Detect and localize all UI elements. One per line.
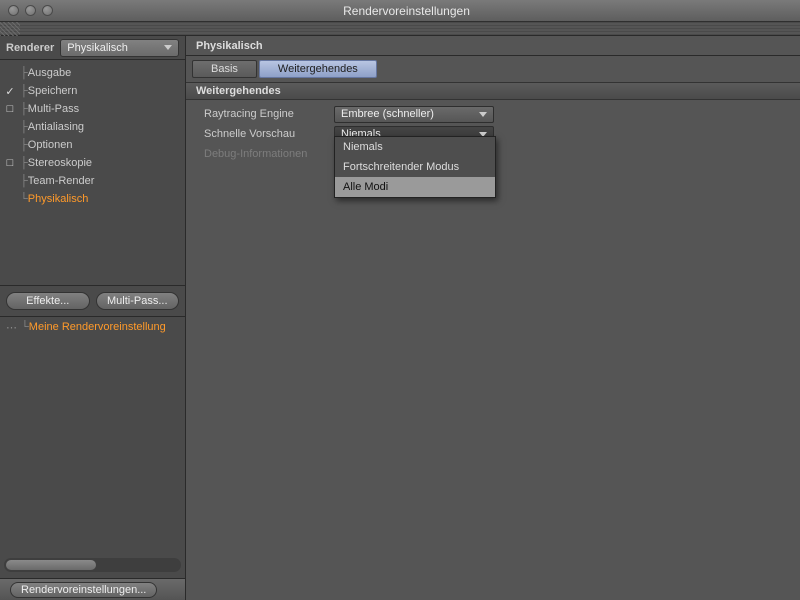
sidebar-button-row: Effekte... Multi-Pass... [0, 285, 185, 316]
effects-button[interactable]: Effekte... [6, 292, 90, 310]
tree-connector-icon: ├ [20, 139, 28, 151]
form-area: Raytracing Engine Embree (schneller) Sch… [186, 100, 800, 168]
preset-label: Meine Rendervoreinstellung [29, 321, 166, 333]
tree-item-stereoskopie[interactable]: □ ├ Stereoskopie [0, 154, 185, 172]
chevron-down-icon [164, 45, 172, 50]
preset-icon: ⋯ [6, 321, 17, 334]
content-panel: Physikalisch Basis Weitergehendes Weiter… [186, 36, 800, 600]
debug-label: Debug-Informationen [194, 148, 334, 160]
multipass-button[interactable]: Multi-Pass... [96, 292, 180, 310]
menu-item-alle-modi[interactable]: Alle Modi [335, 177, 495, 197]
sidebar: Renderer Physikalisch ├ Ausgabe ✓ ├ Spei… [0, 36, 186, 600]
tree-connector-icon: └ [21, 321, 29, 333]
tab-basis[interactable]: Basis [192, 60, 257, 78]
tree-item-speichern[interactable]: ✓ ├ Speichern [0, 82, 185, 100]
tab-bar: Basis Weitergehendes [186, 56, 800, 82]
panel-title: Physikalisch [186, 36, 800, 56]
tree-connector-icon: └ [20, 193, 28, 205]
chevron-down-icon [479, 112, 487, 117]
tab-weitergehendes[interactable]: Weitergehendes [259, 60, 377, 78]
zoom-window-icon[interactable] [42, 5, 53, 16]
renderer-dropdown[interactable]: Physikalisch [60, 39, 179, 57]
tree-connector-icon: ├ [20, 175, 28, 187]
toolbar-grip [0, 22, 800, 36]
tree-connector-icon: ├ [20, 103, 28, 115]
tree-checkbox[interactable]: ✓ [0, 85, 20, 98]
tree-connector-icon: ├ [20, 67, 28, 79]
menu-item-niemals[interactable]: Niemals [335, 137, 495, 157]
tree-label: Optionen [28, 139, 73, 151]
tree-connector-icon: ├ [20, 121, 28, 133]
tree-item-ausgabe[interactable]: ├ Ausgabe [0, 64, 185, 82]
tree-label: Physikalisch [28, 193, 89, 205]
row-raytracing: Raytracing Engine Embree (schneller) [194, 104, 792, 124]
tree-connector-icon: ├ [20, 157, 28, 169]
preview-label: Schnelle Vorschau [194, 128, 334, 140]
renderer-label: Renderer [6, 42, 54, 54]
minimize-window-icon[interactable] [25, 5, 36, 16]
tree-label: Multi-Pass [28, 103, 79, 115]
render-presets-button[interactable]: Rendervoreinstellungen... [10, 582, 157, 598]
window-controls [8, 5, 53, 16]
tree-item-teamrender[interactable]: ├ Team-Render [0, 172, 185, 190]
sidebar-scrollbar[interactable] [4, 558, 181, 572]
statusbar: Rendervoreinstellungen... [0, 578, 185, 600]
tree-label: Ausgabe [28, 67, 71, 79]
section-header: Weitergehendes [186, 82, 800, 100]
settings-tree: ├ Ausgabe ✓ ├ Speichern □ ├ Multi-Pass ├… [0, 60, 185, 285]
tree-checkbox[interactable]: □ [0, 103, 20, 115]
tree-label: Stereoskopie [28, 157, 92, 169]
tree-label: Speichern [28, 85, 78, 97]
raytracing-value: Embree (schneller) [341, 108, 434, 120]
menu-item-fortschreitend[interactable]: Fortschreitender Modus [335, 157, 495, 177]
window-title: Rendervoreinstellungen [53, 4, 760, 18]
tree-connector-icon: ├ [20, 85, 28, 97]
tree-item-optionen[interactable]: ├ Optionen [0, 136, 185, 154]
tree-item-antialiasing[interactable]: ├ Antialiasing [0, 118, 185, 136]
close-window-icon[interactable] [8, 5, 19, 16]
titlebar: Rendervoreinstellungen [0, 0, 800, 22]
tree-checkbox[interactable]: □ [0, 157, 20, 169]
tree-item-multipass[interactable]: □ ├ Multi-Pass [0, 100, 185, 118]
preview-dropdown-menu: Niemals Fortschreitender Modus Alle Modi [334, 136, 496, 198]
scrollbar-thumb[interactable] [6, 560, 96, 570]
renderer-value: Physikalisch [67, 42, 128, 54]
raytracing-dropdown[interactable]: Embree (schneller) [334, 106, 494, 123]
preset-row[interactable]: ⋯ └ Meine Rendervoreinstellung [0, 316, 185, 338]
raytracing-label: Raytracing Engine [194, 108, 334, 120]
tree-label: Team-Render [28, 175, 95, 187]
tree-item-physikalisch[interactable]: └ Physikalisch [0, 190, 185, 208]
tree-label: Antialiasing [28, 121, 84, 133]
renderer-selector-row: Renderer Physikalisch [0, 36, 185, 60]
